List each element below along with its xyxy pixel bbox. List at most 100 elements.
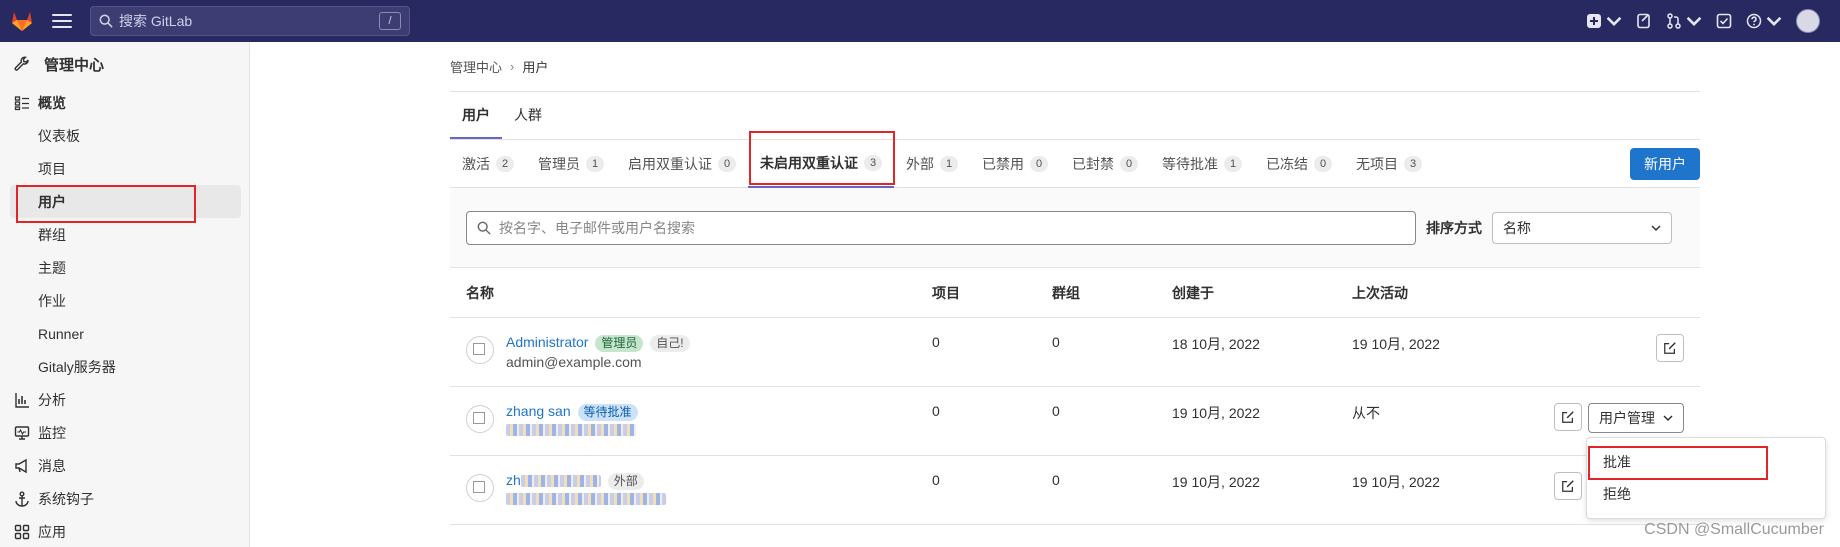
user-search-input[interactable]: 按名字、电子邮件或用户名搜索: [466, 210, 1416, 245]
table-header: 名称 项目 群组 创建于 上次活动: [450, 268, 1700, 318]
sidebar-section-label: 系统钩子: [38, 490, 94, 507]
sidebar-section-applications[interactable]: 应用: [0, 515, 249, 547]
avatar[interactable]: [466, 474, 494, 502]
tab-without-projects[interactable]: 无项目 3: [1344, 140, 1434, 188]
sidebar-item-label: Runner: [38, 325, 84, 342]
anchor-icon: [15, 491, 29, 507]
filter-bar: 按名字、电子邮件或用户名搜索 排序方式 名称: [450, 188, 1700, 268]
blurred-email: [506, 424, 636, 436]
table-row: Administrator 管理员 自己! admin@example.com …: [450, 318, 1700, 387]
sidebar-item-gitaly[interactable]: Gitaly服务器: [0, 350, 249, 383]
user-management-label: 用户管理: [1599, 410, 1655, 426]
user-management-dropdown: 批准 拒绝: [1586, 437, 1826, 519]
bullhorn-icon: [15, 458, 27, 473]
tab-pending-approval[interactable]: 等待批准 1: [1150, 140, 1254, 188]
tab-count-badge: 0: [718, 155, 736, 172]
status-badge: 管理员: [595, 335, 644, 352]
pencil-square-icon: [1562, 411, 1574, 423]
avatar[interactable]: [466, 405, 494, 433]
tab-label: 已禁用: [982, 155, 1024, 172]
tab-active[interactable]: 激活 2: [450, 140, 526, 188]
merge-requests-button[interactable]: [1666, 13, 1702, 29]
cell-groups: 0: [1052, 334, 1060, 350]
wrench-icon: [14, 56, 29, 71]
tab-label: 等待批准: [1162, 155, 1218, 172]
chevron-down-icon: [1651, 224, 1661, 231]
sidebar-section-system-hooks[interactable]: 系统钩子: [0, 482, 249, 515]
overview-grid-icon: [14, 95, 29, 110]
tab-users[interactable]: 用户: [450, 105, 502, 139]
help-button[interactable]: [1746, 13, 1782, 29]
tab-count-badge: 1: [586, 155, 604, 172]
menu-icon[interactable]: [52, 14, 72, 28]
tab-label: 外部: [906, 155, 934, 172]
tab-blocked[interactable]: 已禁用 0: [970, 140, 1060, 188]
sidebar-item-jobs[interactable]: 作业: [0, 284, 249, 317]
breadcrumb-root[interactable]: 管理中心: [450, 57, 502, 76]
status-badge: 等待批准: [577, 404, 638, 421]
tab-count-badge: 2: [496, 155, 514, 172]
tab-label: 未启用双重认证: [760, 154, 858, 171]
pencil-square-icon: [1562, 480, 1574, 492]
edit-user-button[interactable]: [1554, 472, 1582, 500]
edit-user-button[interactable]: [1554, 403, 1582, 431]
issues-button[interactable]: [1636, 13, 1652, 29]
user-email: admin@example.com: [506, 354, 642, 370]
user-name-link[interactable]: zhang san: [506, 403, 571, 419]
dropdown-item-reject[interactable]: 拒绝: [1587, 478, 1825, 510]
tab-count-badge: 1: [940, 155, 958, 172]
create-new-button[interactable]: [1586, 13, 1622, 29]
search-input[interactable]: 搜索 GitLab /: [90, 6, 410, 36]
sidebar-item-label: 仪表板: [38, 127, 80, 144]
gitlab-logo-icon[interactable]: [10, 10, 34, 32]
sort-value: 名称: [1503, 219, 1531, 236]
chart-icon: [15, 392, 29, 408]
sidebar-item-projects[interactable]: 项目: [0, 152, 249, 185]
tab-cohorts[interactable]: 人群: [502, 105, 554, 139]
tab-external[interactable]: 外部 1: [894, 140, 970, 188]
sidebar-section-analytics[interactable]: 分析: [0, 383, 249, 416]
user-name-link[interactable]: zh: [506, 472, 521, 488]
tab-admins[interactable]: 管理员 1: [526, 140, 616, 188]
help-icon: [1746, 13, 1762, 29]
tab-banned[interactable]: 已封禁 0: [1060, 140, 1150, 188]
sidebar-item-runner[interactable]: Runner: [0, 317, 249, 350]
blurred-username: [520, 475, 601, 488]
tab-2fa-enabled[interactable]: 启用双重认证 0: [616, 140, 748, 188]
user-name-link[interactable]: Administrator: [506, 334, 588, 350]
sidebar-item-topics[interactable]: 主题: [0, 251, 249, 284]
sidebar-item-users[interactable]: 用户: [10, 185, 241, 218]
cell-created: 19 10月, 2022: [1172, 405, 1260, 421]
chevron-down-icon: [1663, 415, 1673, 422]
sidebar-section-label: 分析: [38, 391, 66, 408]
sidebar-item-dashboard[interactable]: 仪表板: [0, 119, 249, 152]
search-shortcut: /: [379, 12, 401, 30]
tab-deactivated[interactable]: 已冻结 0: [1254, 140, 1344, 188]
sidebar-item-label: 用户: [38, 193, 66, 210]
sidebar-section-messages[interactable]: 消息: [0, 449, 249, 482]
tab-2fa-disabled[interactable]: 未启用双重认证 3: [748, 140, 894, 188]
cell-projects: 0: [932, 403, 940, 419]
sidebar-item-label: Gitaly服务器: [38, 358, 116, 375]
edit-user-button[interactable]: [1656, 334, 1684, 362]
sidebar-item-label: 主题: [38, 259, 66, 276]
monitor-icon: [14, 425, 30, 440]
sidebar-item-label: 群组: [38, 226, 66, 243]
new-user-button[interactable]: 新用户: [1630, 148, 1700, 180]
watermark: CSDN @SmallCucumber: [1644, 521, 1824, 538]
dropdown-item-approve[interactable]: 批准: [1587, 446, 1825, 478]
sidebar-item-groups[interactable]: 群组: [0, 218, 249, 251]
search-placeholder: 搜索 GitLab: [119, 13, 193, 29]
breadcrumb-current: 用户: [522, 60, 549, 75]
user-management-button[interactable]: 用户管理: [1588, 403, 1684, 433]
tab-count-badge: 0: [1314, 155, 1332, 172]
avatar[interactable]: [466, 336, 494, 364]
sidebar-section-overview[interactable]: 概览: [0, 86, 249, 119]
user-avatar[interactable]: [1796, 9, 1820, 33]
todos-button[interactable]: [1716, 13, 1732, 29]
cell-groups: 0: [1052, 472, 1060, 488]
sort-select[interactable]: 名称: [1492, 211, 1672, 244]
sidebar-header[interactable]: 管理中心: [0, 42, 249, 86]
tab-label: 管理员: [538, 155, 580, 172]
sidebar-section-monitoring[interactable]: 监控: [0, 416, 249, 449]
